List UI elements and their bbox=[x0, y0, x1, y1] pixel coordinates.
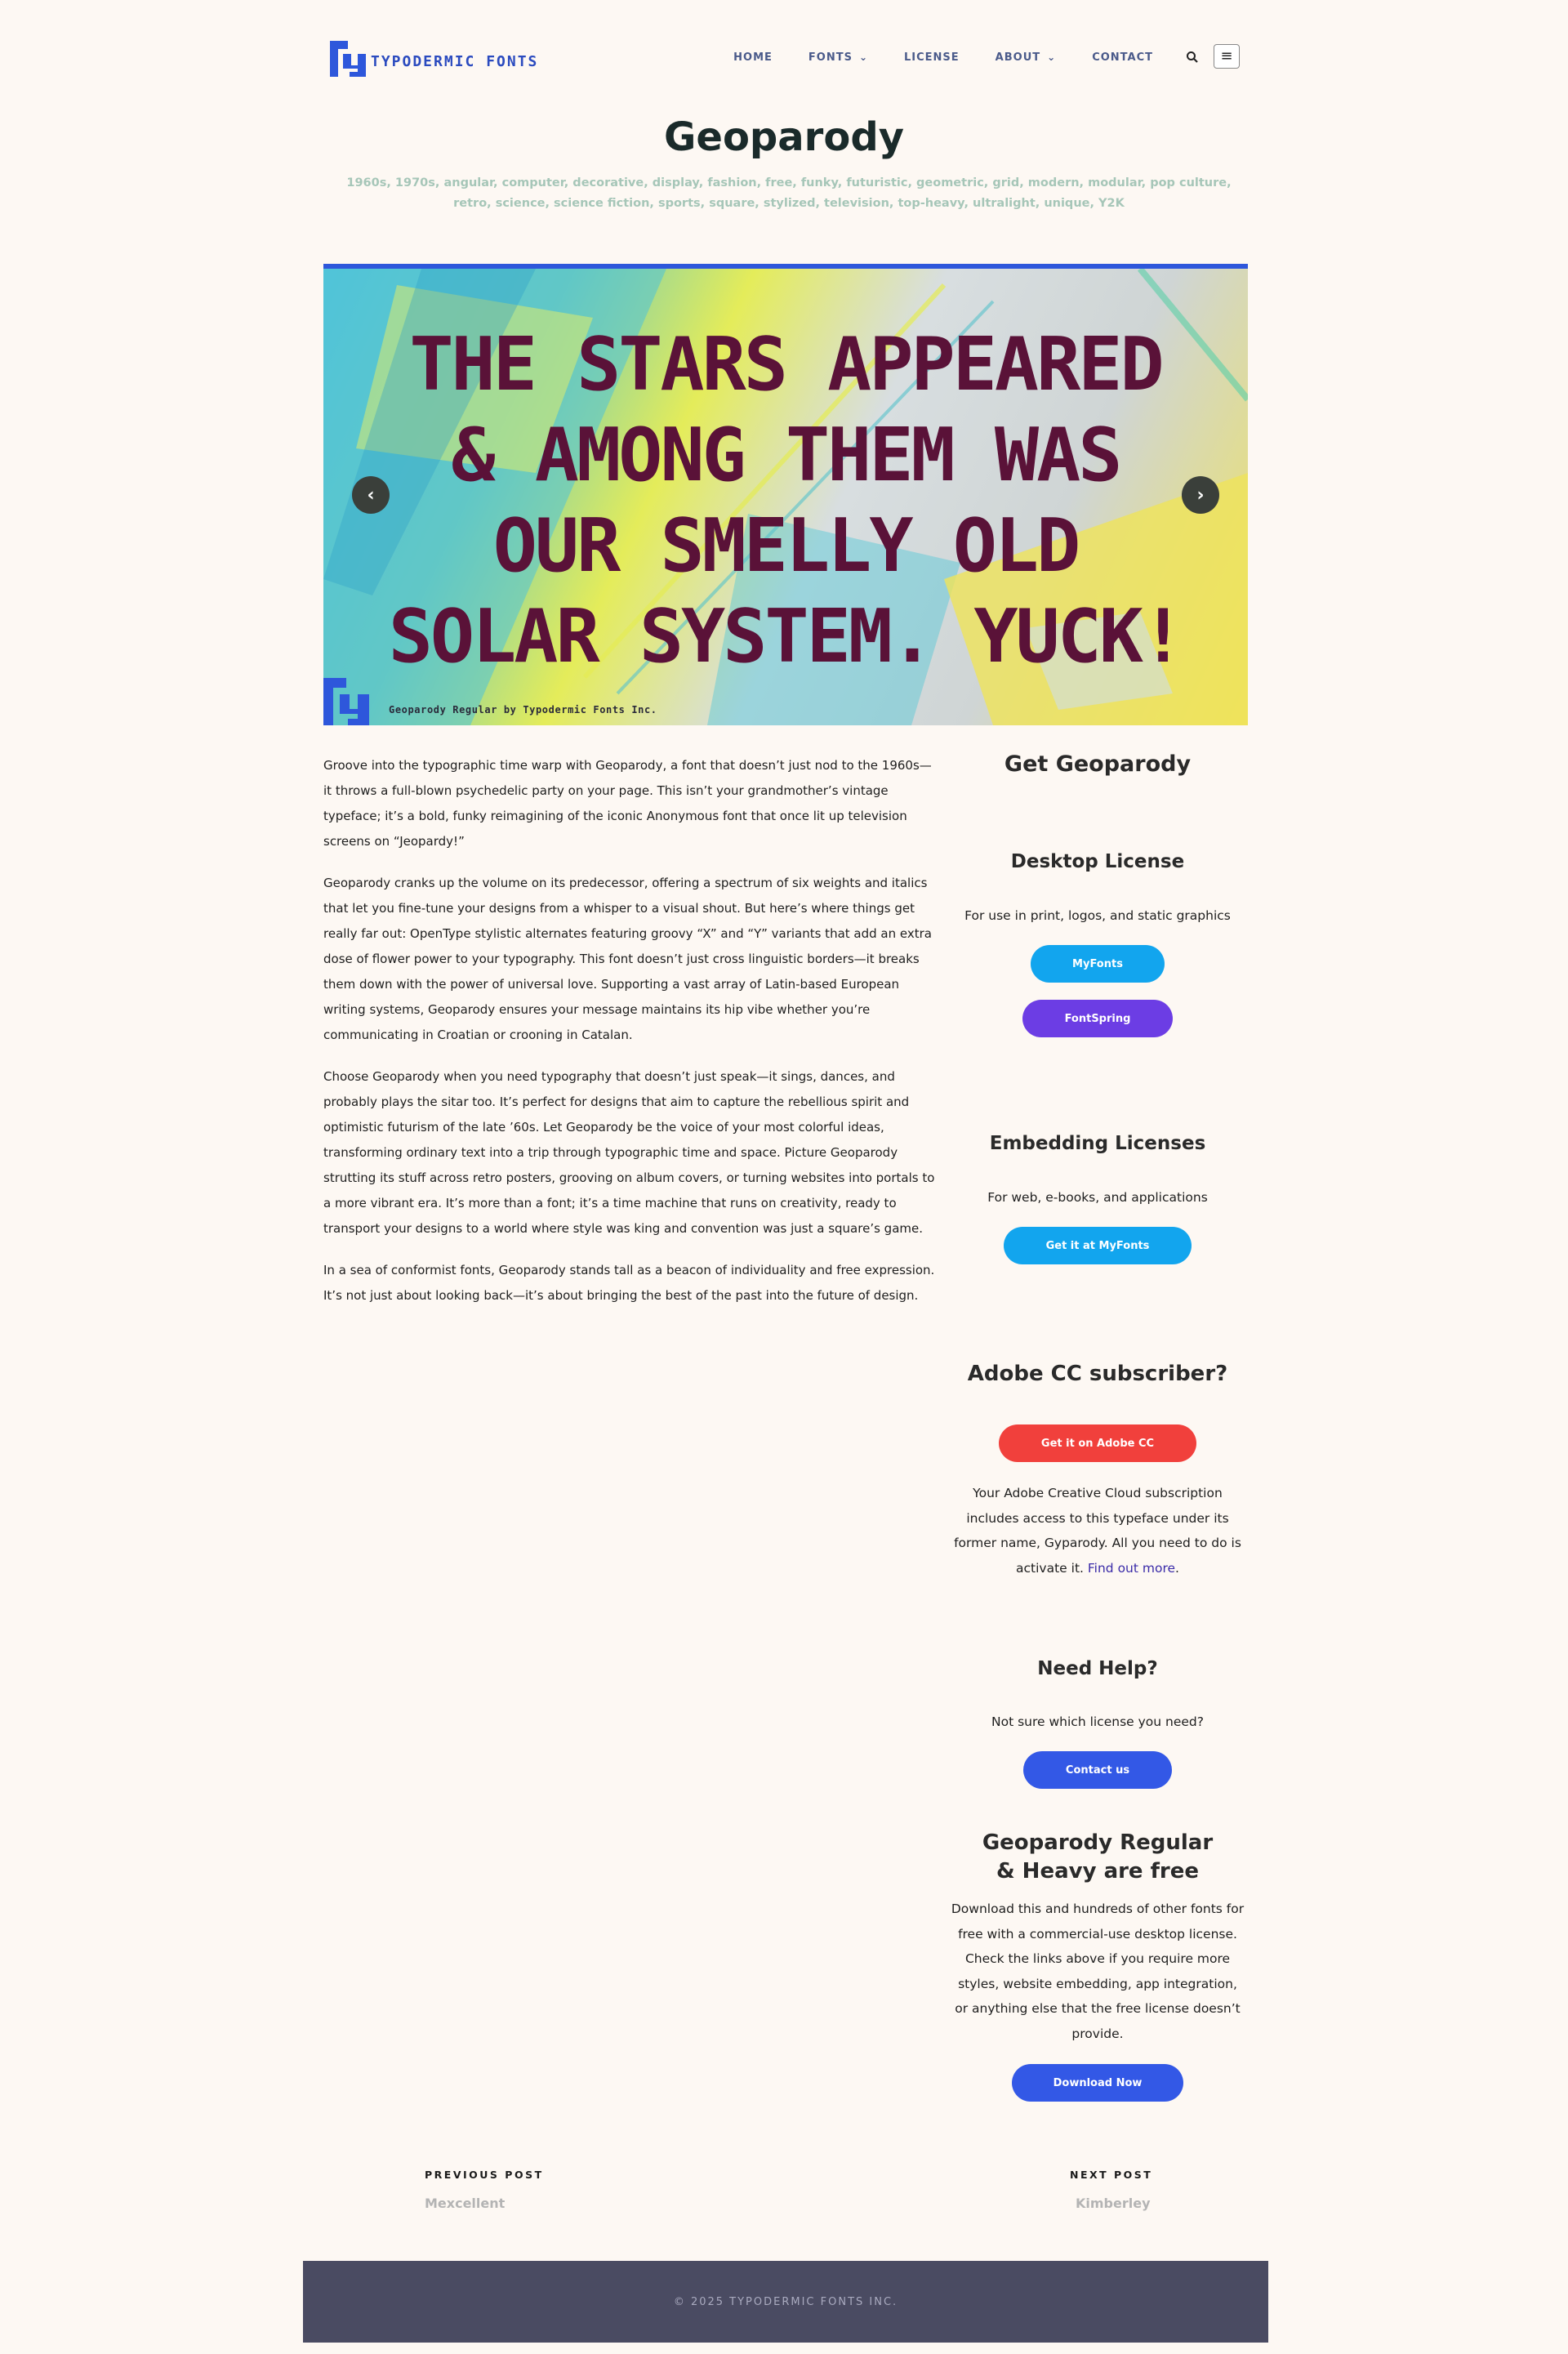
nav-contact[interactable]: CONTACT bbox=[1092, 51, 1153, 64]
hero-sample-text: THE STARS APPEARED & AMONG THEM WAS OUR … bbox=[323, 319, 1248, 682]
free-fonts-text: Download this and hundreds of other font… bbox=[951, 1901, 1245, 2041]
nav-home-label: HOME bbox=[733, 51, 773, 64]
hero-line: & AMONG THEM WAS bbox=[451, 412, 1123, 498]
previous-post-link[interactable]: Mexcellent bbox=[425, 2196, 505, 2211]
next-post-link[interactable]: Kimberley bbox=[1076, 2196, 1151, 2211]
nav-fonts-label: FONTS bbox=[808, 51, 853, 64]
adobe-cc-text: Your Adobe Creative Cloud subscription i… bbox=[954, 1486, 1241, 1576]
nav-license[interactable]: LICENSE bbox=[904, 51, 960, 64]
description-paragraph: Geoparody cranks up the volume on its pr… bbox=[323, 876, 932, 1042]
get-it-on-adobe-cc-button[interactable]: Get it on Adobe CC bbox=[999, 1424, 1196, 1462]
nav-fonts[interactable]: FONTS ⌄ bbox=[808, 51, 868, 64]
next-post-label: NEXT POST bbox=[1070, 2169, 1153, 2181]
chevron-right-icon: › bbox=[1196, 484, 1205, 506]
chevron-down-icon: ⌄ bbox=[1047, 51, 1057, 63]
contact-us-button[interactable]: Contact us bbox=[1023, 1751, 1172, 1789]
site-logo[interactable]: TYPODERMIC FONTS bbox=[330, 41, 538, 77]
fontspring-button[interactable]: FontSpring bbox=[1022, 1000, 1173, 1037]
find-out-more-link[interactable]: Find out more bbox=[1088, 1561, 1175, 1576]
nav-license-label: LICENSE bbox=[904, 51, 960, 64]
hero-line: OUR SMELLY OLD bbox=[492, 503, 1081, 589]
previous-post-label: PREVIOUS POST bbox=[425, 2169, 544, 2181]
hamburger-menu-icon: ≡ bbox=[1220, 47, 1233, 65]
adobe-cc-heading: Adobe CC subscriber? bbox=[967, 1362, 1228, 1386]
search-icon[interactable] bbox=[1186, 51, 1199, 64]
site-header: TYPODERMIC FONTS HOME FONTS ⌄ LICENSE ABO… bbox=[330, 41, 1248, 82]
typodermic-logo-icon bbox=[330, 41, 366, 77]
chevron-down-icon: ⌄ bbox=[858, 51, 868, 63]
embedding-licenses-text: For web, e-books, and applications bbox=[987, 1190, 1208, 1205]
main-nav: HOME FONTS ⌄ LICENSE ABOUT ⌄ CONTACT bbox=[697, 51, 1199, 64]
get-it-at-myfonts-button[interactable]: Get it at MyFonts bbox=[1004, 1227, 1192, 1264]
font-description: Groove into the typographic time warp wi… bbox=[323, 753, 936, 1325]
embedding-licenses-heading: Embedding Licenses bbox=[989, 1133, 1206, 1154]
hamburger-menu-button[interactable]: ≡ bbox=[1214, 44, 1240, 69]
hero-caption: Geoparody Regular by Typodermic Fonts In… bbox=[389, 704, 657, 716]
description-paragraph: Choose Geoparody when you need typograph… bbox=[323, 1069, 935, 1236]
free-fonts-heading: Geoparody Regular & Heavy are free bbox=[982, 1830, 1214, 1884]
site-footer: © 2025 TYPODERMIC FONTS INC. bbox=[303, 2261, 1268, 2343]
myfonts-button[interactable]: MyFonts bbox=[1031, 945, 1165, 983]
hero-line: THE STARS APPEARED bbox=[409, 322, 1164, 408]
get-font-heading: Get Geoparody bbox=[1004, 751, 1192, 777]
copyright-text: © 2025 TYPODERMIC FONTS INC. bbox=[673, 2295, 898, 2308]
need-help-heading: Need Help? bbox=[1037, 1658, 1158, 1679]
slider-prev-button[interactable]: ‹ bbox=[352, 476, 390, 514]
site-logo-text: TYPODERMIC FONTS bbox=[371, 52, 539, 70]
description-paragraph: Groove into the typographic time warp wi… bbox=[323, 758, 932, 849]
hero-line: SOLAR SYSTEM. YUCK! bbox=[388, 594, 1186, 680]
download-now-button[interactable]: Download Now bbox=[1012, 2064, 1183, 2102]
nav-about-label: ABOUT bbox=[995, 51, 1041, 64]
typodermic-logo-icon bbox=[323, 678, 369, 725]
chevron-left-icon: ‹ bbox=[367, 484, 375, 506]
nav-contact-label: CONTACT bbox=[1092, 51, 1153, 64]
hero-slider: THE STARS APPEARED & AMONG THEM WAS OUR … bbox=[323, 264, 1248, 725]
nav-home[interactable]: HOME bbox=[733, 51, 773, 64]
slider-next-button[interactable]: › bbox=[1182, 476, 1219, 514]
nav-about[interactable]: ABOUT ⌄ bbox=[996, 51, 1057, 64]
desktop-license-text: For use in print, logos, and static grap… bbox=[964, 908, 1231, 923]
need-help-text: Not sure which license you need? bbox=[991, 1714, 1204, 1729]
desktop-license-heading: Desktop License bbox=[1010, 851, 1185, 872]
description-paragraph: In a sea of conformist fonts, Geoparody … bbox=[323, 1263, 935, 1303]
font-tags[interactable]: 1960s, 1970s, angular, computer, decorat… bbox=[330, 173, 1248, 214]
page-title: Geoparody bbox=[664, 114, 904, 160]
